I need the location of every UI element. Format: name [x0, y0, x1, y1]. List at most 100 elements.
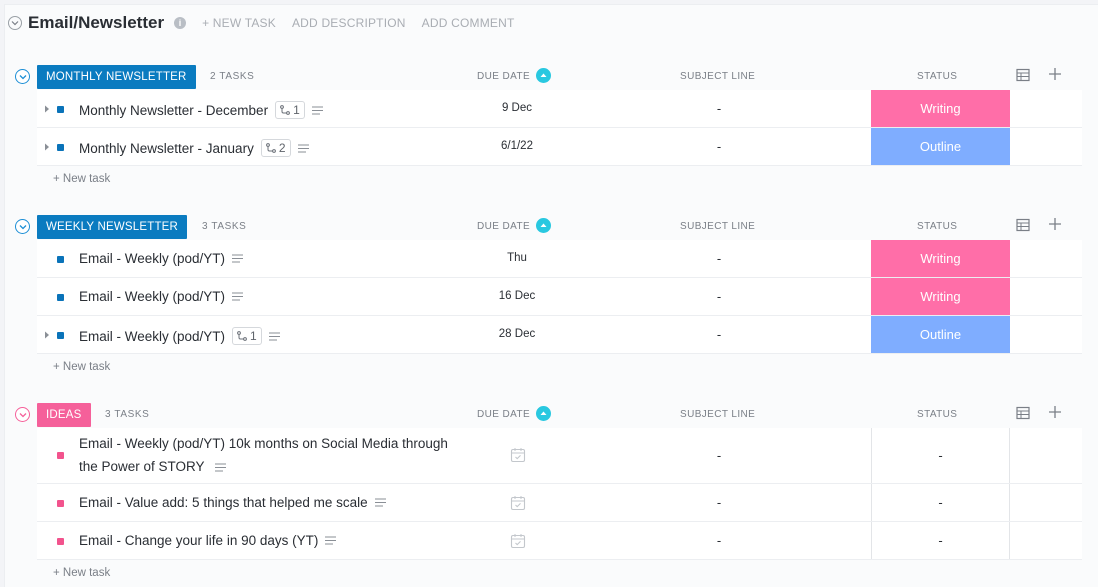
table-row[interactable]: Email - Value add: 5 things that helped … — [37, 484, 1082, 522]
plus-icon[interactable] — [1048, 405, 1062, 419]
caret-right-icon[interactable] — [44, 331, 50, 339]
subject-line[interactable]: - — [669, 327, 769, 342]
status-dot[interactable] — [57, 256, 64, 263]
task-count: 2 TASKS — [210, 71, 255, 82]
column-header-due-date[interactable]: DUE DATE — [477, 409, 530, 420]
table-icon[interactable] — [1016, 218, 1030, 232]
add-comment-button[interactable]: ADD COMMENT — [422, 16, 515, 30]
column-header-subject-line[interactable]: SUBJECT LINE — [680, 409, 755, 420]
status-dot[interactable] — [57, 538, 64, 545]
status-dot[interactable] — [57, 294, 64, 301]
column-header-due-date[interactable]: DUE DATE — [477, 71, 530, 82]
status-badge[interactable]: - — [871, 484, 1010, 521]
task-name[interactable]: Monthly Newsletter - December 1 — [79, 101, 323, 119]
table-row[interactable]: Email - Weekly (pod/YT) 16 Dec - Writing — [37, 278, 1082, 316]
column-header-status[interactable]: STATUS — [917, 71, 957, 82]
task-name[interactable]: Monthly Newsletter - January 2 — [79, 139, 309, 157]
plus-icon[interactable] — [1048, 217, 1062, 231]
status-dot[interactable] — [57, 452, 64, 459]
subtask-icon — [280, 105, 290, 115]
new-task-button[interactable]: + NEW TASK — [202, 16, 276, 30]
subject-line[interactable]: - — [669, 533, 769, 548]
table-row[interactable]: Monthly Newsletter - December 1 9 Dec - … — [37, 90, 1082, 128]
task-name[interactable]: Email - Weekly (pod/YT) 1 — [79, 327, 280, 345]
info-icon[interactable]: i — [174, 17, 187, 29]
status-badge[interactable]: Outline — [871, 128, 1010, 165]
new-task-link[interactable]: + New task — [53, 354, 1098, 380]
status-badge[interactable]: Writing — [871, 278, 1010, 315]
task-name[interactable]: Email - Weekly (pod/YT) — [79, 289, 244, 304]
subject-line[interactable]: - — [669, 495, 769, 510]
status-dot[interactable] — [57, 106, 64, 113]
caret-right-icon[interactable] — [44, 105, 50, 113]
table-row[interactable]: Email - Change your life in 90 days (YT)… — [37, 522, 1082, 560]
subtask-badge[interactable]: 1 — [275, 101, 305, 119]
table-icon[interactable] — [1016, 68, 1030, 82]
calendar-icon[interactable] — [510, 495, 526, 511]
add-description-button[interactable]: ADD DESCRIPTION — [292, 16, 406, 30]
task-name-text: Email - Change your life in 90 days (YT) — [79, 533, 319, 548]
status-dot[interactable] — [57, 500, 64, 507]
chevron-down-icon — [11, 21, 19, 26]
plus-icon[interactable] — [1048, 67, 1062, 81]
caret-right-icon[interactable] — [44, 143, 50, 151]
subtask-count: 2 — [278, 141, 286, 155]
table-row[interactable]: Email - Weekly (pod/YT) 10k months on So… — [37, 428, 1082, 484]
due-date[interactable]: 9 Dec — [467, 102, 567, 114]
subject-line[interactable]: - — [669, 101, 769, 116]
due-date[interactable]: 16 Dec — [467, 290, 567, 302]
new-task-link[interactable]: + New task — [53, 166, 1098, 192]
group-toggle-button[interactable] — [15, 219, 30, 234]
list-header: Email/Newsletter i + NEW TASK ADD DESCRI… — [5, 5, 1098, 41]
calendar-icon[interactable] — [510, 533, 526, 549]
collapse-list-button[interactable] — [8, 16, 22, 30]
group-label[interactable]: IDEAS — [37, 403, 91, 427]
column-header-subject-line[interactable]: SUBJECT LINE — [680, 221, 755, 232]
status-badge[interactable]: Writing — [871, 240, 1010, 277]
task-name[interactable]: Email - Change your life in 90 days (YT) — [79, 533, 337, 548]
subject-line[interactable]: - — [669, 289, 769, 304]
sort-button[interactable] — [536, 218, 551, 233]
subject-line[interactable]: - — [669, 448, 769, 463]
status-badge[interactable]: - — [871, 428, 1010, 483]
group-toggle-button[interactable] — [15, 407, 30, 422]
table-row[interactable]: Monthly Newsletter - January 2 6/1/22 - … — [37, 128, 1082, 166]
group-label[interactable]: MONTHLY NEWSLETTER — [37, 65, 196, 89]
column-header-status[interactable]: STATUS — [917, 409, 957, 420]
column-header-subject-line[interactable]: SUBJECT LINE — [680, 71, 755, 82]
task-name[interactable]: Email - Weekly (pod/YT) 10k months on So… — [79, 432, 459, 478]
table-row[interactable]: Email - Weekly (pod/YT) Thu - Writing — [37, 240, 1082, 278]
subtask-badge[interactable]: 2 — [260, 139, 291, 157]
description-icon — [268, 332, 280, 340]
subject-line[interactable]: - — [669, 139, 769, 154]
group-toggle-button[interactable] — [15, 69, 30, 84]
subtask-icon — [265, 143, 276, 153]
subtask-badge[interactable]: 1 — [232, 327, 262, 345]
task-name[interactable]: Email - Weekly (pod/YT) — [79, 251, 244, 266]
table-row[interactable]: Email - Weekly (pod/YT) 1 28 Dec - Outli… — [37, 316, 1082, 354]
task-name-text: Email - Weekly (pod/YT) — [79, 289, 226, 304]
task-name[interactable]: Email - Value add: 5 things that helped … — [79, 495, 386, 510]
new-task-link[interactable]: + New task — [53, 560, 1098, 586]
due-date[interactable]: 6/1/22 — [467, 140, 567, 152]
calendar-icon[interactable] — [510, 447, 526, 463]
task-name-text: Monthly Newsletter - January — [79, 140, 254, 156]
task-name-text: Email - Weekly (pod/YT) — [79, 328, 226, 344]
status-badge[interactable]: - — [871, 522, 1010, 559]
status-dot[interactable] — [57, 332, 64, 339]
description-icon — [374, 498, 386, 507]
column-header-status[interactable]: STATUS — [917, 221, 957, 232]
column-header-due-date[interactable]: DUE DATE — [477, 221, 530, 232]
sort-button[interactable] — [536, 68, 551, 83]
sort-button[interactable] — [536, 406, 551, 421]
status-dot[interactable] — [57, 144, 64, 151]
due-date[interactable]: 28 Dec — [467, 328, 567, 340]
status-badge[interactable]: Writing — [871, 90, 1010, 127]
due-date[interactable]: Thu — [467, 252, 567, 264]
subject-line[interactable]: - — [669, 251, 769, 266]
status-badge[interactable]: Outline — [871, 316, 1010, 353]
sort-up-icon — [540, 73, 547, 77]
table-icon[interactable] — [1016, 406, 1030, 420]
group-header: WEEKLY NEWSLETTER 3 TASKS DUE DATE SUBJE… — [5, 214, 1098, 240]
group-label[interactable]: WEEKLY NEWSLETTER — [37, 215, 188, 239]
